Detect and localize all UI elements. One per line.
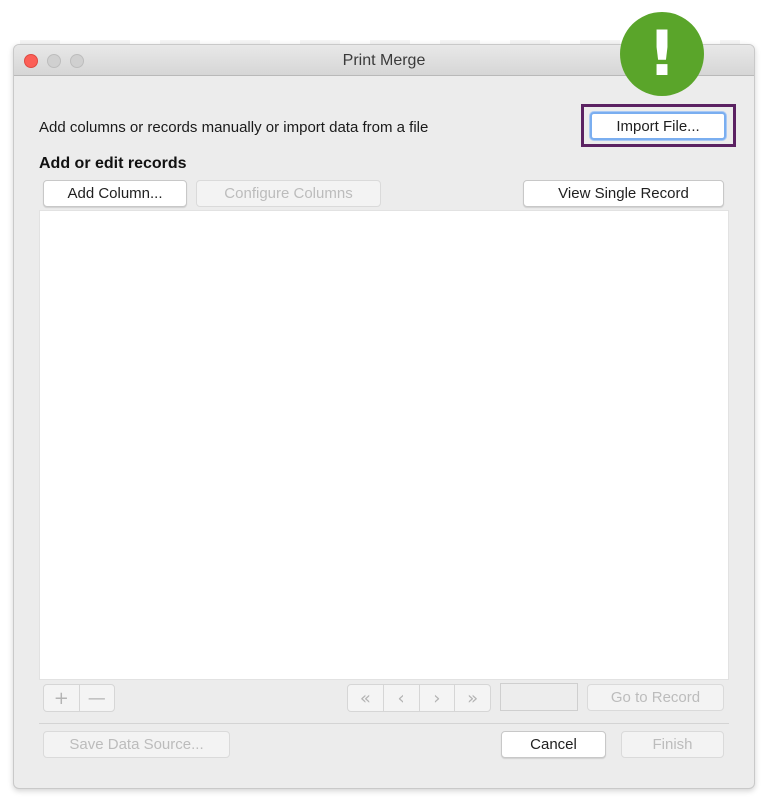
first-record-button[interactable]: « (348, 685, 384, 711)
intro-text: Add columns or records manually or impor… (39, 119, 429, 136)
view-single-record-button[interactable]: View Single Record (523, 180, 724, 207)
last-record-button[interactable]: » (455, 685, 490, 711)
previous-record-button[interactable]: ‹ (384, 685, 420, 711)
record-navigation-segment: « ‹ › » (347, 684, 491, 712)
go-to-record-button[interactable]: Go to Record (587, 684, 724, 711)
cancel-button[interactable]: Cancel (501, 731, 606, 758)
remove-record-button[interactable]: — (80, 685, 115, 711)
finish-button[interactable]: Finish (621, 731, 724, 758)
add-remove-segment: + — (43, 684, 115, 712)
add-column-button[interactable]: Add Column... (43, 180, 187, 207)
section-title: Add or edit records (39, 155, 187, 172)
record-number-field[interactable] (500, 683, 578, 711)
exclamation-icon: ! (620, 12, 704, 96)
add-record-button[interactable]: + (44, 685, 80, 711)
save-data-source-button[interactable]: Save Data Source... (43, 731, 230, 758)
import-button-highlight (581, 104, 736, 147)
configure-columns-button[interactable]: Configure Columns (196, 180, 381, 207)
next-record-button[interactable]: › (420, 685, 456, 711)
footer-divider (39, 723, 729, 724)
records-table[interactable] (39, 210, 729, 680)
print-merge-dialog: Print Merge Add columns or records manua… (13, 44, 755, 789)
exclamation-symbol: ! (647, 17, 677, 90)
